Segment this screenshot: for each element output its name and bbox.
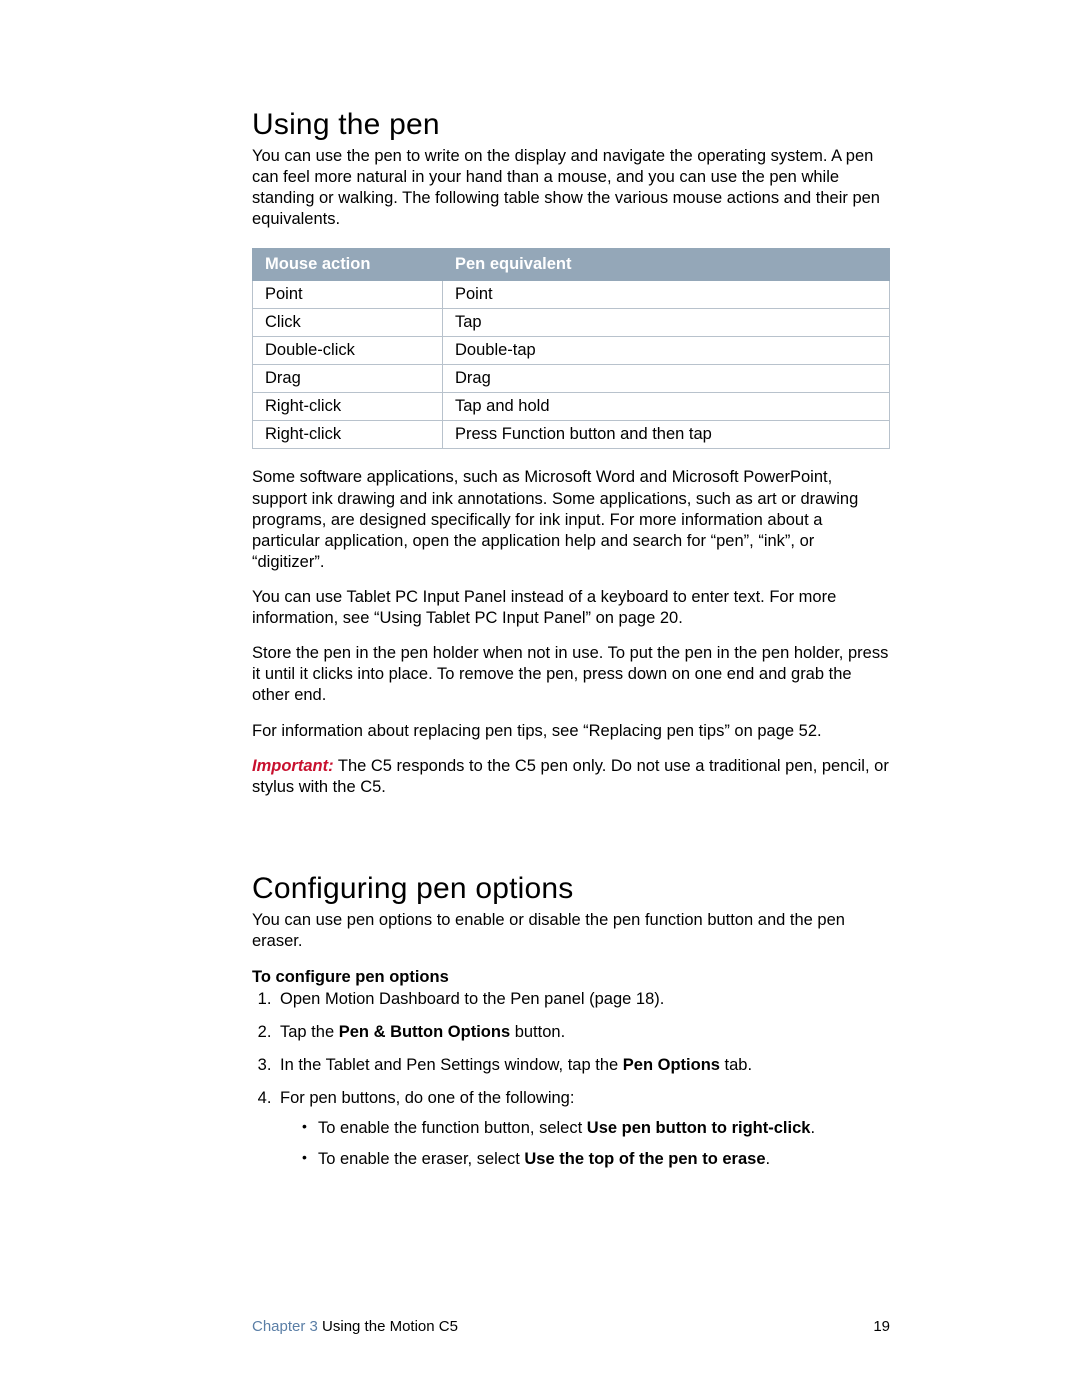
- step-3-text-c: tab.: [720, 1056, 752, 1074]
- table-cell: Drag: [253, 365, 443, 393]
- chapter-label: Chapter 3: [252, 1318, 318, 1335]
- step-4-lead: For pen buttons, do one of the following…: [280, 1089, 574, 1107]
- table-cell: Double-tap: [443, 337, 890, 365]
- heading-using-the-pen: Using the pen: [252, 108, 890, 142]
- s4b1-bold: Use pen button to right-click: [587, 1119, 811, 1137]
- table-row: Double-click Double-tap: [253, 337, 890, 365]
- paragraph-store-pen: Store the pen in the pen holder when not…: [252, 643, 890, 706]
- footer-left: Chapter 3 Using the Motion C5: [252, 1318, 458, 1335]
- mouse-pen-table: Mouse action Pen equivalent Point Point …: [252, 248, 890, 449]
- s4b1-a: To enable the function button, select: [318, 1119, 587, 1137]
- table-cell: Point: [443, 281, 890, 309]
- paragraph-replace-tips: For information about replacing pen tips…: [252, 721, 890, 742]
- chapter-title: Using the Motion C5: [318, 1318, 458, 1335]
- page-number: 19: [873, 1318, 890, 1335]
- table-row: Right-click Press Function button and th…: [253, 421, 890, 449]
- step-4-sublist: To enable the function button, select Us…: [280, 1118, 890, 1170]
- step-1: Open Motion Dashboard to the Pen panel (…: [276, 989, 890, 1010]
- page: Using the pen You can use the pen to wri…: [0, 0, 1080, 1397]
- step-2: Tap the Pen & Button Options button.: [276, 1022, 890, 1043]
- table-row: Click Tap: [253, 309, 890, 337]
- table-cell: Right-click: [253, 421, 443, 449]
- s4b1-c: .: [810, 1119, 815, 1137]
- table-row: Right-click Tap and hold: [253, 393, 890, 421]
- paragraph-ink-apps: Some software applications, such as Micr…: [252, 467, 890, 573]
- table-cell: Right-click: [253, 393, 443, 421]
- table-cell: Drag: [443, 365, 890, 393]
- intro-using-the-pen: You can use the pen to write on the disp…: [252, 146, 890, 230]
- table-header-pen: Pen equivalent: [443, 249, 890, 281]
- step-2-text-a: Tap the: [280, 1023, 339, 1041]
- step-4-bullet-2: To enable the eraser, select Use the top…: [302, 1149, 890, 1170]
- s4b2-a: To enable the eraser, select: [318, 1150, 524, 1168]
- table-header-mouse: Mouse action: [253, 249, 443, 281]
- s4b2-c: .: [766, 1150, 771, 1168]
- table-cell: Tap: [443, 309, 890, 337]
- step-4-bullet-1: To enable the function button, select Us…: [302, 1118, 890, 1139]
- table-cell: Point: [253, 281, 443, 309]
- table-cell: Press Function button and then tap: [443, 421, 890, 449]
- paragraph-important: Important: The C5 responds to the C5 pen…: [252, 756, 890, 798]
- subheading-to-configure: To configure pen options: [252, 968, 890, 987]
- step-3-bold: Pen Options: [623, 1056, 720, 1074]
- step-4: For pen buttons, do one of the following…: [276, 1088, 890, 1169]
- important-label: Important:: [252, 757, 334, 775]
- step-3: In the Tablet and Pen Settings window, t…: [276, 1055, 890, 1076]
- step-2-text-c: button.: [510, 1023, 565, 1041]
- intro-configuring: You can use pen options to enable or dis…: [252, 910, 890, 952]
- table-cell: Click: [253, 309, 443, 337]
- table-cell: Double-click: [253, 337, 443, 365]
- step-2-bold: Pen & Button Options: [339, 1023, 510, 1041]
- table-row: Drag Drag: [253, 365, 890, 393]
- table-cell: Tap and hold: [443, 393, 890, 421]
- s4b2-bold: Use the top of the pen to erase: [524, 1150, 765, 1168]
- heading-configuring-pen-options: Configuring pen options: [252, 872, 890, 906]
- step-3-text-a: In the Tablet and Pen Settings window, t…: [280, 1056, 623, 1074]
- paragraph-input-panel: You can use Tablet PC Input Panel instea…: [252, 587, 890, 629]
- steps-list: Open Motion Dashboard to the Pen panel (…: [252, 989, 890, 1170]
- table-row: Point Point: [253, 281, 890, 309]
- important-text: The C5 responds to the C5 pen only. Do n…: [252, 757, 889, 796]
- page-footer: Chapter 3 Using the Motion C5 19: [252, 1318, 890, 1335]
